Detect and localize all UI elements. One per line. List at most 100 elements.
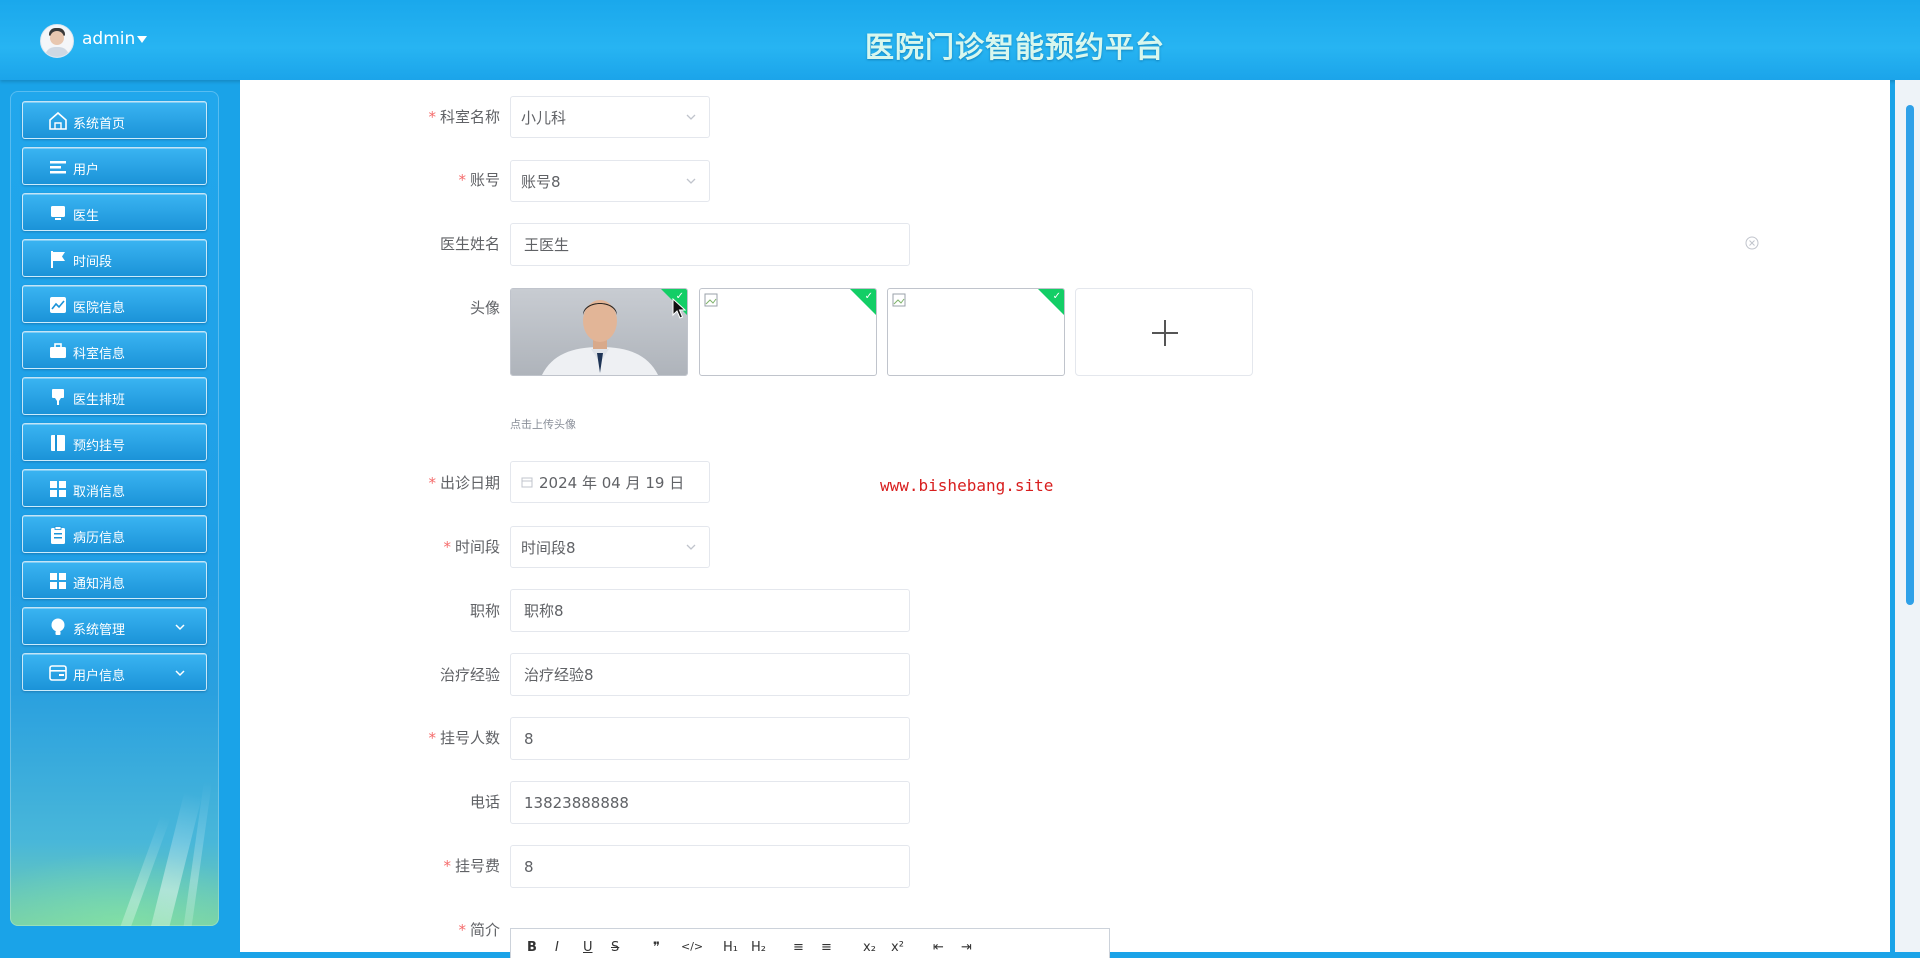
grid-icon — [50, 573, 66, 589]
sidebar-item-users[interactable]: 用户 — [22, 147, 207, 185]
chevron-down-icon — [175, 670, 185, 677]
visit-date-picker[interactable]: 2024 年 04 月 19 日 — [510, 461, 710, 503]
avatar-thumbnail[interactable]: ✓ — [699, 288, 877, 376]
sidebar-item-label: 时间段 — [73, 255, 113, 270]
check-icon: ✓ — [864, 291, 873, 302]
main-content — [240, 80, 1890, 952]
fee-label: * 挂号费 — [443, 857, 500, 875]
subscript-button[interactable]: x₂ — [863, 940, 876, 955]
sidebar-item-doctor-schedule[interactable]: 医生排班 — [22, 377, 207, 415]
sidebar-item-label: 医生 — [73, 209, 100, 224]
sidebar-item-appointments[interactable]: 预约挂号 — [22, 423, 207, 461]
department-label: * 科室名称 — [428, 108, 500, 126]
account-value: 账号8 — [521, 172, 561, 191]
sidebar-item-time-slots[interactable]: 时间段 — [22, 239, 207, 277]
sidebar-item-label: 病历信息 — [73, 531, 126, 546]
sidebar-item-cancellations[interactable]: 取消信息 — [22, 469, 207, 507]
sidebar-item-medical-records[interactable]: 病历信息 — [22, 515, 207, 553]
chevron-down-icon — [686, 114, 696, 120]
chevron-down-icon — [686, 544, 696, 550]
sidebar-item-label: 医生排班 — [73, 393, 126, 408]
experience-input[interactable]: 治疗经验8 — [510, 653, 910, 696]
fee-input[interactable]: 8 — [510, 845, 910, 888]
app-title: 医院门诊智能预约平台 — [864, 30, 1165, 64]
broken-image-icon — [892, 293, 906, 307]
outdent-button[interactable]: ⇤ — [933, 940, 944, 955]
account-select[interactable]: 账号8 — [510, 160, 710, 202]
plus-icon — [1152, 320, 1178, 346]
time-slot-label: * 时间段 — [443, 538, 500, 556]
sidebar-item-user-info[interactable]: 用户信息 — [22, 653, 207, 691]
quota-label: * 挂号人数 — [428, 729, 500, 747]
scrollbar-thumb[interactable] — [1906, 105, 1914, 605]
doctor-name-input[interactable]: 王医生 — [510, 223, 910, 266]
grid-icon — [50, 481, 66, 497]
title-value: 职称8 — [524, 602, 564, 620]
doctor-name-label: 医生姓名 — [439, 235, 500, 253]
watermark-text: www.bishebang.site — [880, 476, 1054, 495]
rich-text-toolbar: B I U S ❞ </> H₁ H₂ ≡ ≡ x₂ x² ⇤ ⇥ — [510, 928, 1110, 958]
visit-date-value: 2024 年 04 月 19 日 — [539, 473, 685, 492]
list-icon — [50, 161, 66, 174]
sidebar-item-notifications[interactable]: 通知消息 — [22, 561, 207, 599]
code-block-button[interactable]: </> — [681, 940, 703, 953]
avatar-upload-button[interactable] — [1075, 288, 1253, 376]
avatar-thumbnail[interactable]: ✓ — [510, 288, 688, 376]
heading1-button[interactable]: H₁ — [723, 940, 738, 955]
bold-button[interactable]: B — [527, 940, 537, 955]
sidebar-item-label: 通知消息 — [73, 577, 126, 592]
chevron-down-icon — [686, 178, 696, 184]
sidebar-item-label: 系统管理 — [73, 623, 126, 638]
time-slot-select[interactable]: 时间段8 — [510, 526, 710, 568]
fee-value: 8 — [524, 857, 534, 876]
sidebar-item-label: 取消信息 — [73, 485, 126, 500]
time-slot-value: 时间段8 — [521, 538, 576, 557]
clear-icon[interactable] — [1745, 236, 1759, 250]
indent-button[interactable]: ⇥ — [961, 940, 972, 955]
department-select[interactable]: 小儿科 — [510, 96, 710, 138]
visit-date-label: * 出诊日期 — [428, 474, 500, 492]
flag-icon — [51, 251, 65, 268]
strike-button[interactable]: S — [611, 940, 619, 955]
sidebar-item-label: 系统首页 — [73, 117, 126, 132]
title-input[interactable]: 职称8 — [510, 589, 910, 632]
blockquote-button[interactable]: ❞ — [653, 940, 660, 955]
sidebar: 系统首页 用户 医生 时间段 医院信息 科室信息 医生排班 预约挂号 取消信息 … — [10, 91, 219, 926]
ordered-list-button[interactable]: ≡ — [793, 940, 804, 955]
italic-button[interactable]: I — [555, 940, 559, 955]
account-label: * 账号 — [458, 171, 500, 189]
phone-input[interactable]: 13823888888 — [510, 781, 910, 824]
sidebar-item-hospital-info[interactable]: 医院信息 — [22, 285, 207, 323]
sidebar-item-label: 预约挂号 — [73, 439, 126, 454]
monitor-icon — [51, 206, 65, 220]
sidebar-item-home[interactable]: 系统首页 — [22, 101, 207, 139]
bullet-list-button[interactable]: ≡ — [821, 940, 832, 955]
department-value: 小儿科 — [521, 108, 567, 127]
sidebar-item-label: 医院信息 — [73, 301, 126, 316]
doctor-name-value: 王医生 — [524, 236, 570, 254]
avatar-thumbnail[interactable]: ✓ — [887, 288, 1065, 376]
calendar-icon — [521, 477, 533, 488]
experience-value: 治疗经验8 — [524, 666, 594, 684]
heading2-button[interactable]: H₂ — [751, 940, 766, 955]
experience-label: 治疗经验 — [439, 666, 500, 684]
avatar-label: 头像 — [469, 299, 500, 317]
quota-value: 8 — [524, 729, 534, 748]
bulb-icon — [51, 618, 65, 635]
quota-input[interactable]: 8 — [510, 717, 910, 760]
clipboard-icon — [51, 526, 65, 544]
sidebar-item-label: 科室信息 — [73, 347, 126, 362]
wallet-icon — [49, 665, 67, 681]
sidebar-item-doctors[interactable]: 医生 — [22, 193, 207, 231]
sidebar-item-system-management[interactable]: 系统管理 — [22, 607, 207, 645]
underline-button[interactable]: U — [583, 940, 593, 955]
phone-value: 13823888888 — [524, 793, 629, 812]
intro-label: * 简介 — [458, 921, 500, 939]
mouse-cursor-icon — [672, 298, 686, 319]
broken-image-icon — [704, 293, 718, 307]
sidebar-item-department-info[interactable]: 科室信息 — [22, 331, 207, 369]
chart-icon — [50, 297, 66, 313]
check-icon: ✓ — [1052, 291, 1061, 302]
superscript-button[interactable]: x² — [891, 940, 904, 955]
phone-label: 电话 — [469, 793, 500, 811]
